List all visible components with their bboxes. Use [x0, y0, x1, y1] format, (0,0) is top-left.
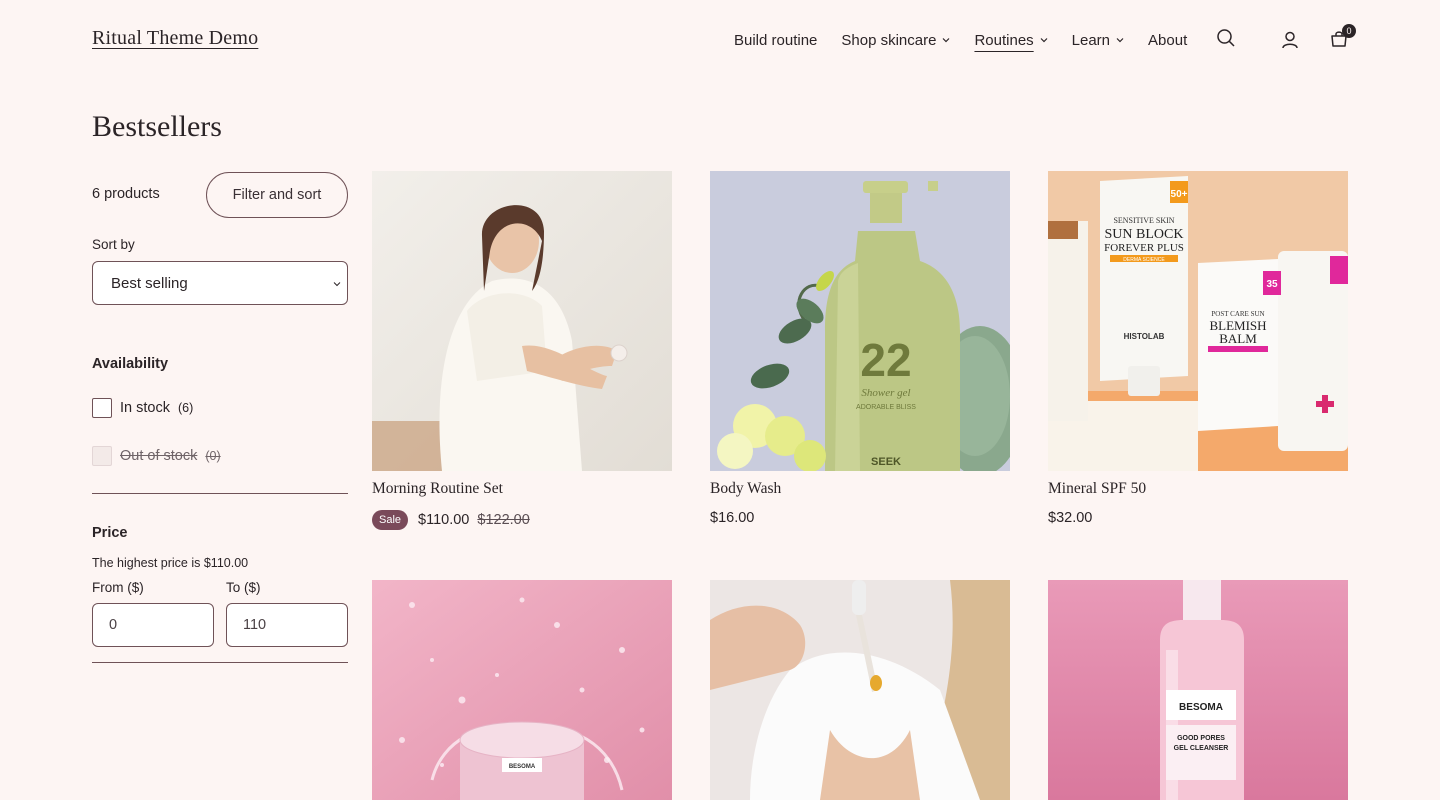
price-from-input[interactable]: 0	[92, 603, 214, 647]
jar-brand: BESOMA	[509, 764, 536, 770]
bottle-label-line-2: GEL CLEANSER	[1174, 745, 1229, 752]
product-image[interactable]	[372, 171, 672, 471]
product-card[interactable]: Morning Routine Set Sale $110.00 $122.00	[372, 171, 672, 530]
bottle-brand: SEEK	[871, 456, 901, 468]
product-price-row: $32.00	[1048, 510, 1348, 526]
sale-badge: Sale	[372, 510, 409, 530]
cart-count-badge: 0	[1342, 24, 1356, 38]
checkbox-count: (0)	[205, 449, 221, 463]
product-card[interactable]: BESOMA	[372, 580, 672, 800]
product-image[interactable]	[710, 580, 1010, 800]
sort-value: Best selling	[111, 274, 188, 292]
tube2-line-1: POST CARE SUN	[1211, 310, 1264, 318]
shower-gel-bottle-image: 22 Shower gel ADORABLE BLISS SEEK	[710, 171, 1010, 471]
product-card[interactable]: 22 Shower gel ADORABLE BLISS SEEK Body W…	[710, 171, 1010, 526]
product-price: $32.00	[1048, 510, 1093, 526]
checkbox-count: (6)	[177, 401, 194, 415]
compare-at-price: $122.00	[477, 512, 530, 528]
product-image[interactable]: 22 Shower gel ADORABLE BLISS SEEK	[710, 171, 1010, 471]
tube-line-1: SENSITIVE SKIN	[1113, 216, 1174, 225]
in-stock-checkbox[interactable]: In stock (6)	[92, 398, 193, 418]
gel-cleanser-bottle-image: BESOMA GOOD PORES GEL CLEANSER	[1048, 580, 1348, 800]
product-name[interactable]: Mineral SPF 50	[1048, 480, 1348, 500]
tube-line-3: FOREVER PLUS	[1104, 242, 1184, 254]
product-price: $16.00	[710, 510, 755, 526]
chevron-down-icon	[1040, 38, 1048, 43]
nav-label: Shop skincare	[841, 31, 937, 49]
nav-label: Learn	[1071, 31, 1111, 49]
checkbox-label: Out of stock	[120, 448, 198, 464]
sort-label: Sort by	[92, 237, 135, 252]
nav-learn[interactable]: Learn	[1072, 32, 1124, 49]
product-card[interactable]	[710, 580, 1010, 800]
price-note: The highest price is $110.00	[92, 556, 249, 570]
tube2-line-3: BALM	[1219, 331, 1257, 346]
sunscreen-tubes-image: 50+ SENSITIVE SKIN SUN BLOCK FOREVER PLU…	[1048, 171, 1348, 471]
bottle-brand-label: BESOMA	[1179, 702, 1223, 713]
nav-about[interactable]: About	[1148, 32, 1187, 49]
divider	[92, 662, 348, 663]
nav-routines[interactable]: Routines	[974, 31, 1048, 49]
tube-line-2: SUN BLOCK	[1105, 227, 1184, 242]
checkbox-box[interactable]	[92, 398, 112, 418]
chevron-down-icon	[1116, 38, 1124, 43]
bottle-script: Shower gel	[861, 387, 910, 399]
checkbox-box	[92, 446, 112, 466]
store-logo[interactable]: Ritual Theme Demo	[92, 27, 258, 50]
page-title: Bestsellers	[92, 110, 222, 143]
product-price-row: Sale $110.00 $122.00	[372, 510, 672, 530]
serum-dropper-image	[710, 580, 1010, 800]
nav-build-routine[interactable]: Build routine	[734, 32, 817, 49]
product-price: $110.00	[418, 512, 470, 528]
nav-label: Routines	[974, 31, 1034, 49]
product-image[interactable]: 50+ SENSITIVE SKIN SUN BLOCK FOREVER PLU…	[1048, 171, 1348, 471]
price-to-label: To ($)	[226, 580, 261, 595]
checkbox-label: In stock	[120, 400, 170, 416]
product-count: 6 products	[92, 186, 160, 202]
product-name[interactable]: Morning Routine Set	[372, 480, 672, 500]
price-to-input[interactable]: 110	[226, 603, 348, 647]
price-from-label: From ($)	[92, 580, 144, 595]
divider	[92, 493, 348, 494]
out-of-stock-checkbox: Out of stock (0)	[92, 446, 221, 466]
woman-applying-cream-image	[372, 171, 672, 471]
availability-title: Availability	[92, 356, 169, 372]
product-image[interactable]: BESOMA	[372, 580, 672, 800]
bottle-label-line-1: GOOD PORES	[1177, 735, 1225, 742]
account-icon[interactable]	[1280, 30, 1300, 50]
tube-spf-2: 35	[1266, 279, 1278, 290]
product-card[interactable]: 50+ SENSITIVE SKIN SUN BLOCK FOREVER PLU…	[1048, 171, 1348, 526]
tube-line-4: DERMA SCIENCE	[1123, 257, 1165, 263]
nav-label: Build routine	[734, 31, 818, 49]
bottle-number: 22	[860, 334, 911, 386]
main-nav: Build routine Shop skincare Routines Lea…	[734, 29, 1187, 51]
tube-spf: 50+	[1171, 189, 1188, 200]
filter-and-sort-button[interactable]: Filter and sort	[206, 172, 348, 218]
nav-label: About	[1148, 31, 1188, 49]
chevron-down-icon	[943, 38, 950, 43]
sort-select[interactable]: Best selling	[92, 261, 348, 305]
product-image[interactable]: BESOMA GOOD PORES GEL CLEANSER	[1048, 580, 1348, 800]
price-title: Price	[92, 525, 128, 541]
product-card[interactable]: BESOMA GOOD PORES GEL CLEANSER	[1048, 580, 1348, 800]
tube-brand: HISTOLAB	[1124, 332, 1165, 341]
cream-jar-splash-image: BESOMA	[372, 580, 672, 800]
chevron-down-icon	[333, 282, 341, 287]
product-name[interactable]: Body Wash	[710, 480, 1010, 500]
bottle-tag: ADORABLE BLISS	[856, 404, 916, 411]
nav-shop-skincare[interactable]: Shop skincare	[841, 32, 950, 49]
product-price-row: $16.00	[710, 510, 1010, 526]
search-icon[interactable]	[1216, 28, 1236, 48]
